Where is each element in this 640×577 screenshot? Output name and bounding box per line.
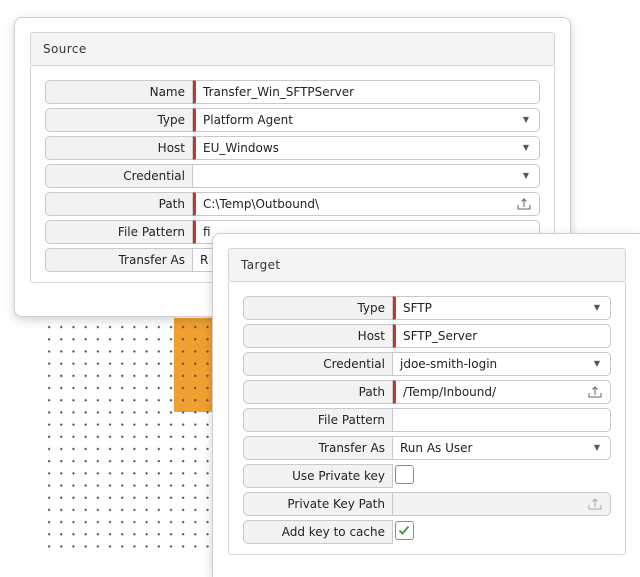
target-credential-label: Credential — [243, 352, 393, 376]
source-transfer-as-value: R — [200, 253, 209, 267]
source-path-label: Path — [45, 192, 193, 216]
upload-icon[interactable] — [588, 497, 602, 511]
target-path-label: Path — [243, 380, 393, 404]
source-host-label: Host — [45, 136, 193, 160]
source-host-row: Host EU_Windows ▼ — [45, 136, 540, 160]
source-header: Source — [30, 32, 555, 66]
source-name-input[interactable]: Transfer_Win_SFTPServer — [193, 80, 540, 104]
source-type-select[interactable]: Platform Agent ▼ — [193, 108, 540, 132]
caret-down-icon: ▼ — [522, 115, 529, 124]
target-file-pattern-input[interactable] — [393, 408, 611, 432]
source-host-value: EU_Windows — [203, 141, 279, 155]
source-file-pattern-label: File Pattern — [45, 220, 193, 244]
target-path-value: /Temp/Inbound/ — [403, 385, 497, 399]
target-host-input[interactable]: SFTP_Server — [393, 324, 611, 348]
target-transfer-as-label: Transfer As — [243, 436, 393, 460]
target-host-row: Host SFTP_Server — [243, 324, 611, 348]
target-credential-select[interactable]: jdoe-smith-login ▼ — [393, 352, 611, 376]
target-private-key-path-label: Private Key Path — [243, 492, 393, 516]
target-use-private-key-row: Use Private key — [243, 464, 611, 488]
add-key-to-cache-checkbox[interactable] — [395, 521, 414, 540]
target-type-label: Type — [243, 296, 393, 320]
target-transfer-as-row: Transfer As Run As User ▼ — [243, 436, 611, 460]
source-transfer-as-label: Transfer As — [45, 248, 193, 272]
upload-icon[interactable] — [588, 385, 602, 399]
target-type-value: SFTP — [403, 301, 432, 315]
target-header: Target — [228, 248, 626, 282]
target-credential-row: Credential jdoe-smith-login ▼ — [243, 352, 611, 376]
target-file-pattern-row: File Pattern — [243, 408, 611, 432]
upload-icon[interactable] — [517, 197, 531, 211]
source-credential-row: Credential ▼ — [45, 164, 540, 188]
target-use-private-key-wrap — [393, 464, 414, 488]
source-type-value: Platform Agent — [203, 113, 293, 127]
caret-down-icon: ▼ — [522, 143, 529, 152]
target-panel: Target Type SFTP ▼ Host SFTP_Server Crede… — [212, 233, 640, 577]
target-path-input[interactable]: /Temp/Inbound/ — [393, 380, 611, 404]
source-type-label: Type — [45, 108, 193, 132]
target-add-key-to-cache-label: Add key to cache — [243, 520, 393, 544]
target-title: Target — [241, 258, 281, 272]
target-host-label: Host — [243, 324, 393, 348]
target-credential-value: jdoe-smith-login — [400, 357, 498, 371]
caret-down-icon: ▼ — [522, 171, 529, 180]
source-path-input[interactable]: C:\Temp\Outbound\ — [193, 192, 540, 216]
target-host-value: SFTP_Server — [403, 329, 478, 343]
source-path-row: Path C:\Temp\Outbound\ — [45, 192, 540, 216]
checkmark-icon — [398, 525, 410, 535]
use-private-key-checkbox[interactable] — [395, 465, 414, 484]
target-file-pattern-label: File Pattern — [243, 408, 393, 432]
target-type-select[interactable]: SFTP ▼ — [393, 296, 611, 320]
source-credential-select[interactable]: ▼ — [193, 164, 540, 188]
target-transfer-as-select[interactable]: Run As User ▼ — [393, 436, 611, 460]
target-private-key-path-row: Private Key Path — [243, 492, 611, 516]
source-path-value: C:\Temp\Outbound\ — [203, 197, 320, 211]
source-host-select[interactable]: EU_Windows ▼ — [193, 136, 540, 160]
target-fieldset: Type SFTP ▼ Host SFTP_Server Credential j… — [228, 282, 626, 555]
target-add-key-to-cache-row: Add key to cache — [243, 520, 611, 544]
source-name-value: Transfer_Win_SFTPServer — [203, 85, 355, 99]
target-path-row: Path /Temp/Inbound/ — [243, 380, 611, 404]
source-title: Source — [43, 42, 87, 56]
target-use-private-key-label: Use Private key — [243, 464, 393, 488]
target-add-key-to-cache-wrap — [393, 520, 414, 544]
source-name-label: Name — [45, 80, 193, 104]
source-credential-label: Credential — [45, 164, 193, 188]
source-file-pattern-value: fi — [203, 225, 211, 239]
target-transfer-as-value: Run As User — [400, 441, 473, 455]
caret-down-icon: ▼ — [593, 359, 600, 368]
target-private-key-path-input[interactable] — [393, 492, 611, 516]
target-type-row: Type SFTP ▼ — [243, 296, 611, 320]
caret-down-icon: ▼ — [593, 303, 600, 312]
source-name-row: Name Transfer_Win_SFTPServer — [45, 80, 540, 104]
caret-down-icon: ▼ — [593, 443, 600, 452]
source-type-row: Type Platform Agent ▼ — [45, 108, 540, 132]
